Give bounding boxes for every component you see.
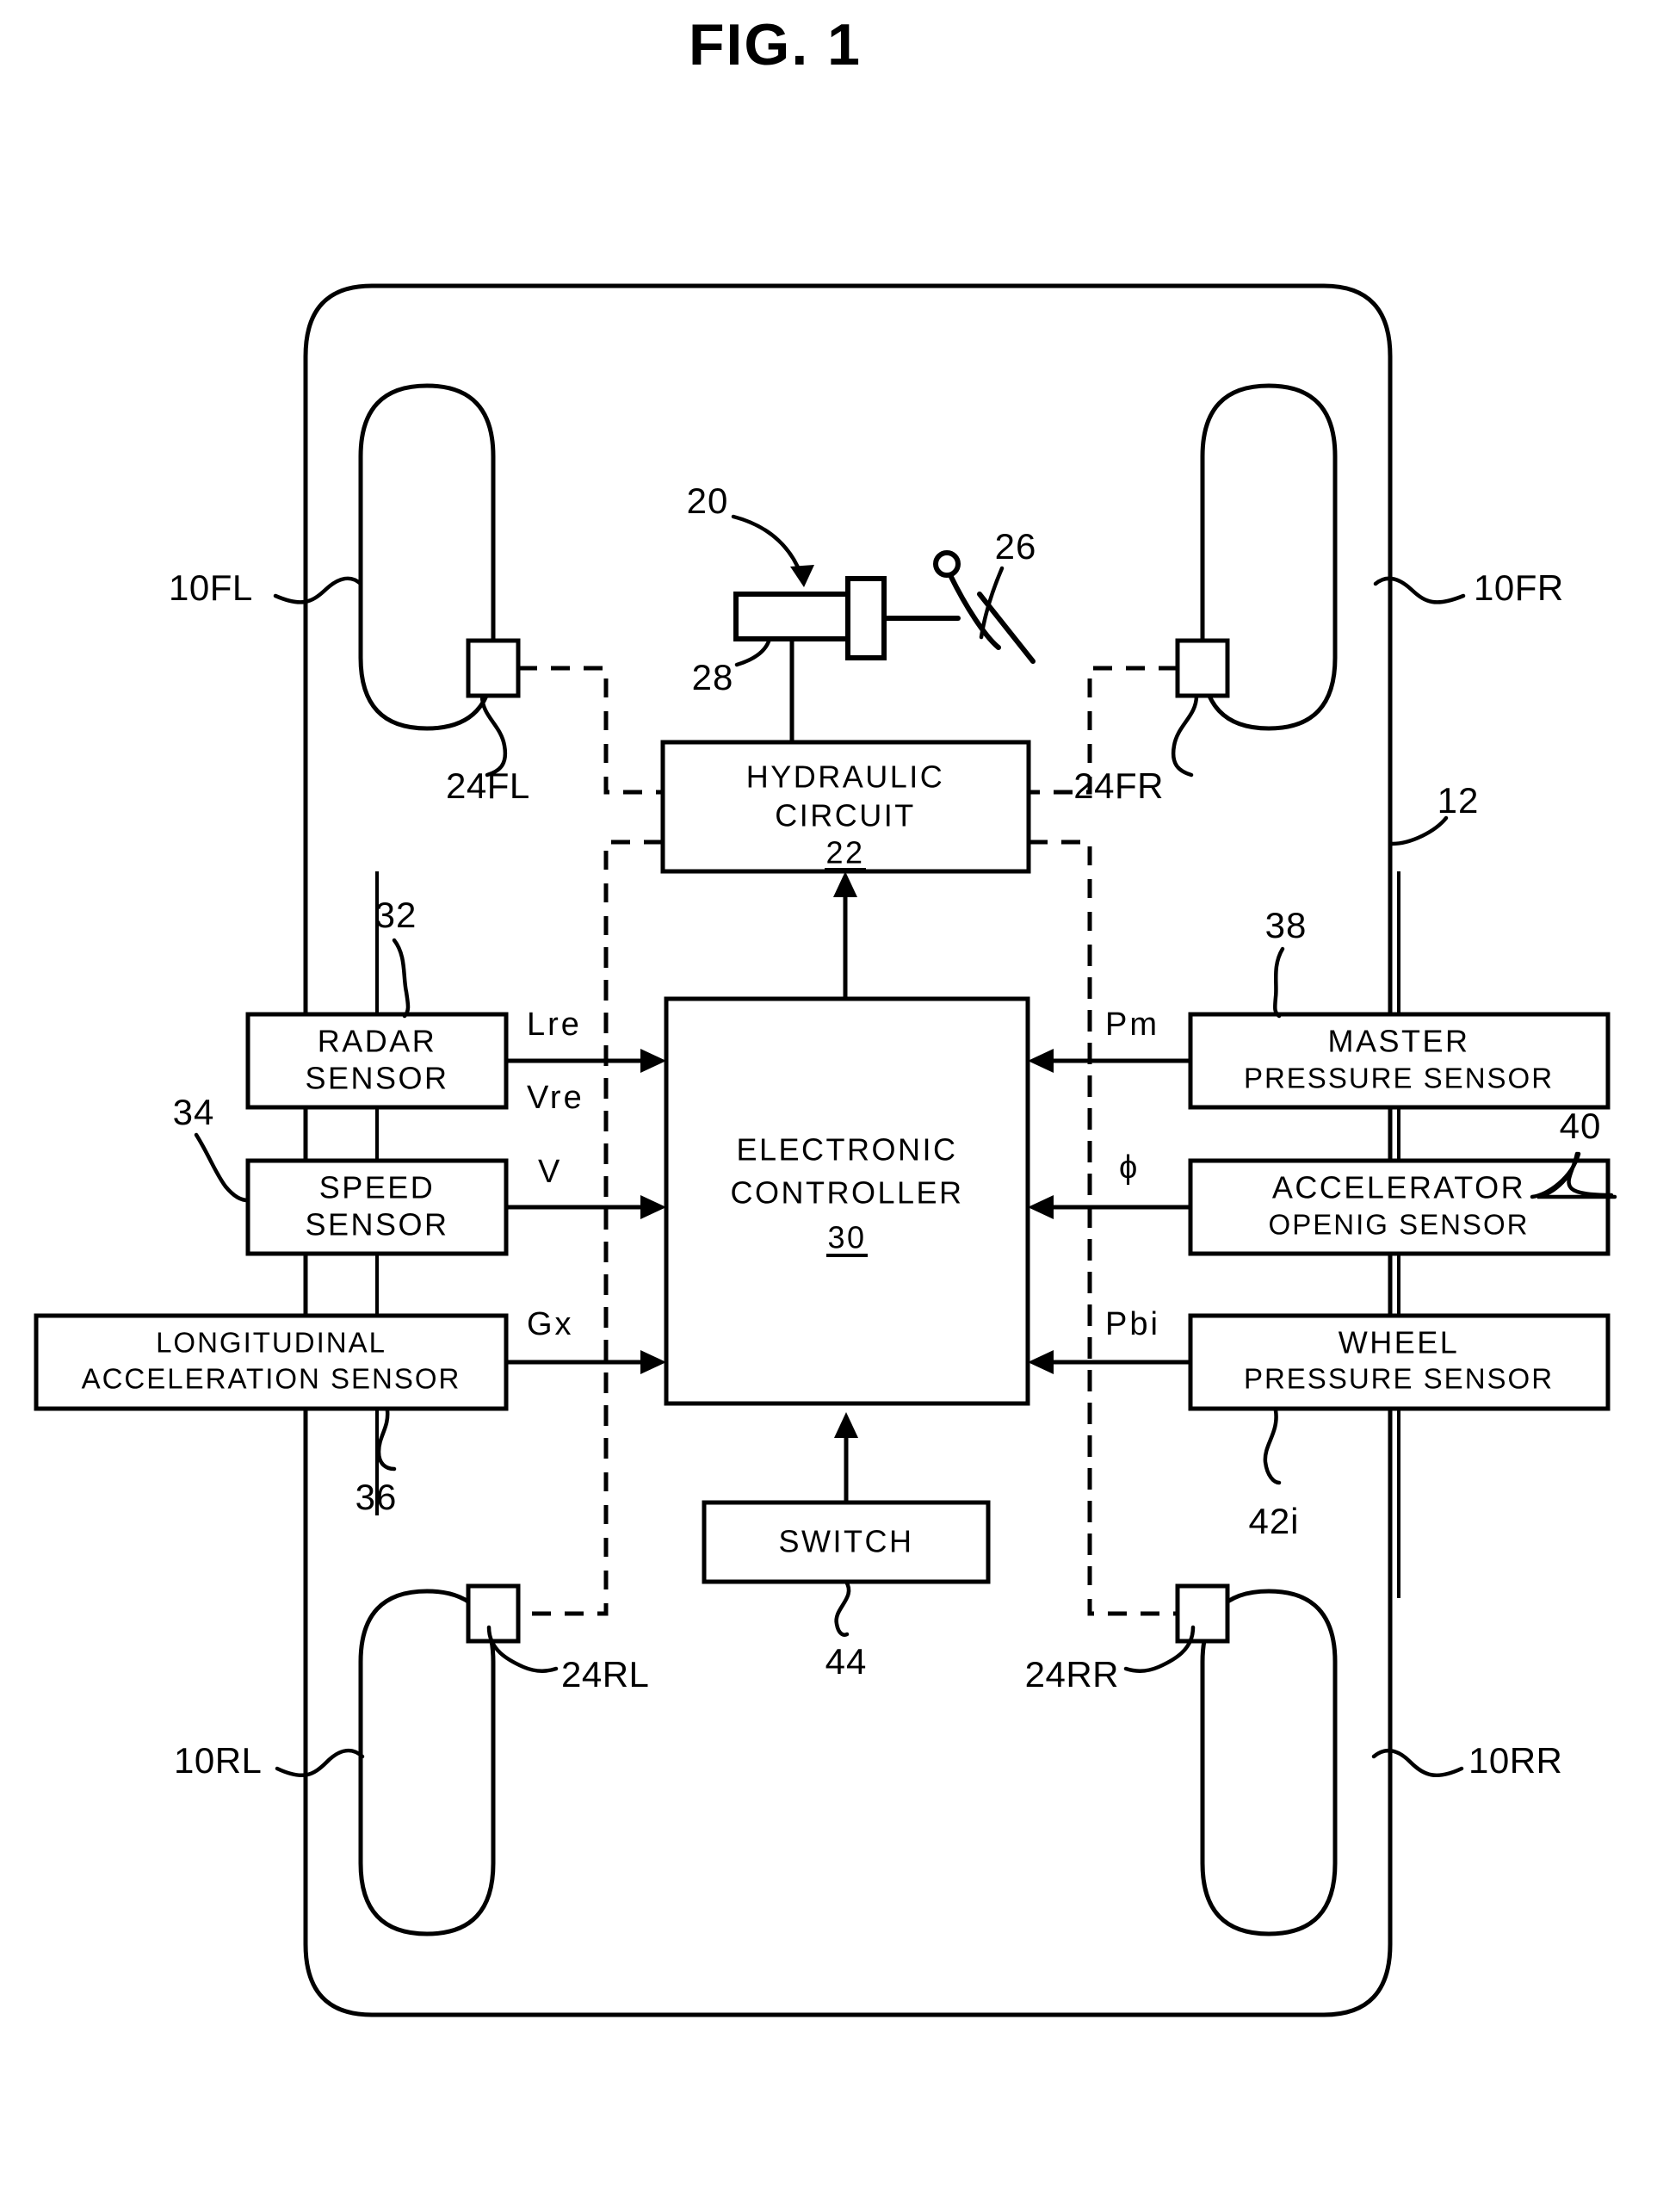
hydraulic-circuit-ref: 22 — [825, 835, 864, 871]
wheel-cylinder-label-rear-left: 24RL — [561, 1654, 649, 1695]
leader-20-arrow — [731, 514, 803, 576]
accelerator-opening-sensor-label-line2: OPENIG SENSOR — [1269, 1209, 1530, 1241]
leader-42i — [1263, 1408, 1282, 1485]
ref-reservoir: 28 — [692, 657, 734, 697]
ref-accelerator-opening-sensor: 40 — [1560, 1106, 1602, 1146]
wheel-cylinder-label-front-left: 24FL — [446, 765, 530, 806]
hydraulic-circuit-label-line2: CIRCUIT — [775, 798, 916, 833]
ref-speed-sensor: 34 — [173, 1092, 215, 1132]
signal-label-Pbi: Pbi — [1105, 1306, 1160, 1342]
leader-44 — [834, 1579, 851, 1637]
wheel-cylinder-front-right — [1175, 638, 1230, 698]
switch-label: SWITCH — [779, 1524, 914, 1559]
leader-34 — [194, 1132, 250, 1203]
brake-line-rear-right — [1029, 840, 1178, 1616]
signal-arrow-radar — [640, 1049, 666, 1073]
ref-vehicle-body: 12 — [1438, 780, 1480, 821]
wheel-cylinder-rear-right — [1175, 1583, 1230, 1644]
signal-label-Lre: Lre — [527, 1007, 582, 1043]
wheel-pressure-sensor-label-line2: PRESSURE SENSOR — [1244, 1363, 1554, 1395]
electronic-controller-ref: 30 — [827, 1220, 866, 1255]
signal-arrow-speed — [640, 1195, 666, 1219]
wheel-label-front-left: 10FL — [169, 567, 253, 608]
longitudinal-acceleration-sensor-label-line2: ACCELERATION SENSOR — [82, 1363, 461, 1395]
leader-28 — [734, 636, 772, 667]
wheel-cylinder-front-left — [466, 638, 521, 698]
leader-24FL — [479, 693, 508, 778]
ref-brake-pedal: 26 — [995, 526, 1037, 567]
leader-10RR — [1371, 1749, 1464, 1777]
longitudinal-acceleration-sensor-label-line1: LONGITUDINAL — [156, 1327, 386, 1359]
brake-line-rear-left — [518, 840, 663, 1616]
signal-label-phi: ϕ — [1119, 1149, 1140, 1186]
signal-arrow-gx — [640, 1350, 666, 1374]
leader-24FR — [1171, 693, 1199, 778]
master-cylinder-flange — [845, 576, 887, 660]
leader-36 — [376, 1408, 397, 1472]
wheel-label-rear-right: 10RR — [1468, 1740, 1562, 1781]
leader-20-arrowhead — [790, 565, 814, 587]
signal-arrow-pbi — [1028, 1350, 1054, 1374]
wheel-cylinder-label-rear-right: 24RR — [1025, 1654, 1119, 1695]
signal-label-Vre: Vre — [527, 1080, 584, 1116]
accelerator-opening-sensor-label-line1: ACCELERATOR — [1272, 1170, 1525, 1205]
wheel-label-front-right: 10FR — [1474, 567, 1564, 608]
signal-arrow-pm — [1028, 1049, 1054, 1073]
electronic-controller-label-line1: ELECTRONIC — [736, 1132, 957, 1168]
controller-to-hydraulic-arrowhead — [833, 871, 857, 897]
signal-label-Pm: Pm — [1105, 1007, 1159, 1043]
pedal-pivot-circle — [933, 550, 961, 578]
radar-sensor-label-line1: RADAR — [318, 1024, 437, 1059]
leader-38 — [1272, 946, 1285, 1019]
switch-to-controller-arrowhead — [834, 1412, 858, 1438]
figure-title: FIG. 1 — [689, 12, 862, 77]
brake-line-front-left — [518, 666, 663, 795]
hydraulic-circuit-label-line1: HYDRAULIC — [746, 759, 945, 795]
speed-sensor-label-line1: SPEED — [319, 1170, 436, 1205]
leader-12 — [1389, 815, 1449, 846]
master-cylinder-body — [733, 592, 850, 641]
ref-master-cylinder-assembly: 20 — [687, 480, 729, 521]
ref-switch: 44 — [825, 1641, 868, 1682]
leader-10FL — [273, 576, 363, 604]
electronic-controller-label-line2: CONTROLLER — [730, 1175, 963, 1211]
patent-figure-svg: FIG. 1 10FL 10FR 10RL 10RR 12 24FL 24FR … — [34, 12, 1617, 2017]
wheel-pressure-sensor-label-line1: WHEEL — [1339, 1325, 1460, 1360]
leader-32 — [392, 938, 411, 1019]
speed-sensor-label-line2: SENSOR — [305, 1207, 448, 1242]
figure-page: FIG. 1 10FL 10FR 10RL 10RR 12 24FL 24FR … — [0, 0, 1657, 2212]
signal-label-V: V — [538, 1154, 562, 1190]
signal-arrow-phi — [1028, 1195, 1054, 1219]
ref-wheel-pressure-sensor: 42i — [1248, 1501, 1299, 1541]
wheel-cylinder-rear-left — [466, 1583, 521, 1644]
leader-10RL — [275, 1749, 365, 1777]
signal-label-Gx: Gx — [527, 1306, 574, 1342]
master-pressure-sensor-label-line2: PRESSURE SENSOR — [1244, 1063, 1554, 1094]
master-pressure-sensor-label-line1: MASTER — [1327, 1024, 1469, 1059]
wheel-cylinder-label-front-right: 24FR — [1073, 765, 1164, 806]
ref-radar-sensor: 32 — [375, 895, 417, 935]
ref-master-pressure-sensor: 38 — [1265, 905, 1308, 945]
wheel-label-rear-left: 10RL — [174, 1740, 262, 1781]
radar-sensor-label-line2: SENSOR — [305, 1061, 448, 1096]
